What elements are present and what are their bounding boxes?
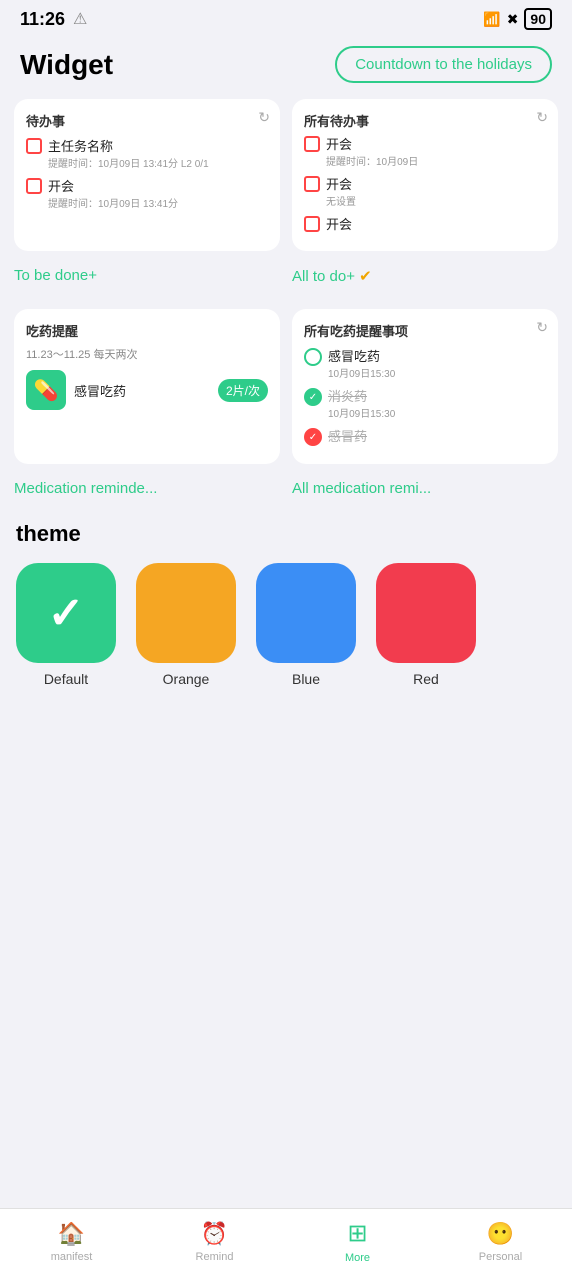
nav-item-personal[interactable]: 😶 Personal bbox=[429, 1221, 572, 1263]
remind-icon: ⏰ bbox=[201, 1221, 228, 1247]
med-item-row: 💊 感冒吃药 2片/次 bbox=[26, 370, 268, 410]
all-todo-checkbox-1[interactable] bbox=[304, 136, 320, 152]
all-todo-item-3: 开会 bbox=[304, 214, 546, 233]
battery-indicator: 90 bbox=[524, 8, 552, 30]
todo-refresh-icon[interactable]: ↻ bbox=[258, 109, 270, 126]
all-todo-subtitle-2: 无设置 bbox=[326, 193, 546, 208]
all-med-item-3: ✓ 感冒药 bbox=[304, 426, 546, 446]
countdown-button[interactable]: Countdown to the holidays bbox=[335, 46, 552, 83]
all-todo-widget-title: 所有待办事 bbox=[304, 111, 546, 130]
widget-labels-row2: Medication reminde... All medication rem… bbox=[0, 474, 572, 503]
manifest-icon: 🏠 bbox=[58, 1221, 85, 1247]
todo-subtitle-1: 提醒时间：10月09日 13:41分 L2 0/1 bbox=[48, 155, 268, 170]
theme-item-red[interactable]: Red bbox=[376, 563, 476, 687]
all-med-name-1: 感冒吃药 bbox=[328, 346, 546, 365]
med-icon: 💊 bbox=[26, 370, 66, 410]
theme-swatch-default: ✓ bbox=[16, 563, 116, 663]
todo-title-2: 开会 bbox=[48, 176, 268, 195]
theme-item-orange[interactable]: Orange bbox=[136, 563, 236, 687]
nav-item-remind[interactable]: ⏰ Remind bbox=[143, 1221, 286, 1263]
todo-widget: 待办事 ↻ 主任务名称 提醒时间：10月09日 13:41分 L2 0/1 开会… bbox=[14, 99, 280, 251]
med-date: 11.23～11.25 每天两次 bbox=[26, 346, 268, 362]
signal-icon: ✖ bbox=[507, 11, 519, 28]
all-todo-widget-label[interactable]: All to do+ ✔ bbox=[292, 261, 558, 291]
all-med-widget-label[interactable]: All medication remi... bbox=[292, 474, 558, 503]
nav-label-manifest: manifest bbox=[51, 1251, 93, 1263]
theme-item-default[interactable]: ✓ Default bbox=[16, 563, 116, 687]
med-radio-1[interactable] bbox=[304, 348, 322, 366]
all-todo-item-1: 开会 提醒时间：10月09日 bbox=[304, 134, 546, 168]
theme-swatch-blue bbox=[256, 563, 356, 663]
med-widget-title: 吃药提醒 bbox=[26, 321, 268, 340]
bottom-nav: 🏠 manifest ⏰ Remind ⊞ More 😶 Personal bbox=[0, 1208, 572, 1280]
med-name: 感冒吃药 bbox=[74, 381, 210, 400]
all-med-widget: 所有吃药提醒事项 ↻ 感冒吃药 10月09日15:30 ✓ 消炎药 10月09日… bbox=[292, 309, 558, 464]
all-todo-item-2: 开会 无设置 bbox=[304, 174, 546, 208]
all-todo-checkbox-3[interactable] bbox=[304, 216, 320, 232]
todo-item-2: 开会 提醒时间：10月09日 13:41分 bbox=[26, 176, 268, 210]
todo-item-1: 主任务名称 提醒时间：10月09日 13:41分 L2 0/1 bbox=[26, 136, 268, 170]
all-med-time-1: 10月09日15:30 bbox=[328, 365, 546, 380]
nav-item-more[interactable]: ⊞ More bbox=[286, 1219, 429, 1264]
todo-checkbox-2[interactable] bbox=[26, 178, 42, 194]
wifi-icon: 📶 bbox=[483, 11, 500, 28]
widget-grid-row2: 吃药提醒 11.23～11.25 每天两次 💊 感冒吃药 2片/次 所有吃药提醒… bbox=[0, 309, 572, 464]
all-todo-check-icon: ✔ bbox=[359, 268, 372, 285]
all-todo-title-2: 开会 bbox=[326, 174, 546, 193]
all-todo-title-3: 开会 bbox=[326, 214, 546, 233]
theme-grid: ✓ Default Orange Blue Red bbox=[16, 563, 556, 687]
page-title: Widget bbox=[20, 49, 113, 81]
todo-checkbox-1[interactable] bbox=[26, 138, 42, 154]
nav-label-remind: Remind bbox=[196, 1251, 234, 1263]
theme-title: theme bbox=[16, 521, 556, 547]
status-icons: 📶 ✖ 90 bbox=[483, 8, 552, 30]
med-widget: 吃药提醒 11.23～11.25 每天两次 💊 感冒吃药 2片/次 bbox=[14, 309, 280, 464]
all-med-name-3: 感冒药 bbox=[328, 426, 546, 445]
widget-labels-row1: To be done+ All to do+ ✔ bbox=[0, 261, 572, 291]
theme-section: theme ✓ Default Orange Blue Red bbox=[0, 521, 572, 687]
all-todo-widget: 所有待办事 ↻ 开会 提醒时间：10月09日 开会 无设置 开会 bbox=[292, 99, 558, 251]
nav-label-more: More bbox=[345, 1252, 370, 1264]
med-radio-3[interactable]: ✓ bbox=[304, 428, 322, 446]
theme-name-default: Default bbox=[44, 671, 88, 687]
all-todo-subtitle-1: 提醒时间：10月09日 bbox=[326, 153, 546, 168]
todo-widget-label[interactable]: To be done+ bbox=[14, 261, 280, 291]
theme-name-red: Red bbox=[413, 671, 439, 687]
all-med-refresh-icon[interactable]: ↻ bbox=[536, 319, 548, 336]
theme-name-blue: Blue bbox=[292, 671, 320, 687]
all-todo-checkbox-2[interactable] bbox=[304, 176, 320, 192]
header: Widget Countdown to the holidays bbox=[0, 34, 572, 99]
all-med-name-2: 消炎药 bbox=[328, 386, 546, 405]
all-todo-refresh-icon[interactable]: ↻ bbox=[536, 109, 548, 126]
more-icon: ⊞ bbox=[347, 1219, 367, 1248]
all-med-widget-title: 所有吃药提醒事项 bbox=[304, 321, 546, 340]
todo-widget-title: 待办事 bbox=[26, 111, 268, 130]
med-widget-label[interactable]: Medication reminde... bbox=[14, 474, 280, 503]
med-radio-2[interactable]: ✓ bbox=[304, 388, 322, 406]
todo-subtitle-2: 提醒时间：10月09日 13:41分 bbox=[48, 195, 268, 210]
all-med-item-1: 感冒吃药 10月09日15:30 bbox=[304, 346, 546, 380]
widget-grid-row1: 待办事 ↻ 主任务名称 提醒时间：10月09日 13:41分 L2 0/1 开会… bbox=[0, 99, 572, 251]
all-med-time-2: 10月09日15:30 bbox=[328, 405, 546, 420]
theme-name-orange: Orange bbox=[163, 671, 210, 687]
todo-title-1: 主任务名称 bbox=[48, 136, 268, 155]
theme-swatch-orange bbox=[136, 563, 236, 663]
personal-icon: 😶 bbox=[487, 1221, 514, 1247]
nav-label-personal: Personal bbox=[479, 1251, 522, 1263]
status-bar: 11:26 ⚠ 📶 ✖ 90 bbox=[0, 0, 572, 34]
nav-item-manifest[interactable]: 🏠 manifest bbox=[0, 1221, 143, 1263]
theme-item-blue[interactable]: Blue bbox=[256, 563, 356, 687]
all-med-item-2: ✓ 消炎药 10月09日15:30 bbox=[304, 386, 546, 420]
theme-swatch-red bbox=[376, 563, 476, 663]
alert-icon: ⚠ bbox=[73, 9, 87, 29]
all-todo-title-1: 开会 bbox=[326, 134, 546, 153]
med-dose: 2片/次 bbox=[218, 379, 268, 402]
theme-check-default: ✓ bbox=[48, 588, 85, 639]
status-time: 11:26 bbox=[20, 9, 65, 30]
